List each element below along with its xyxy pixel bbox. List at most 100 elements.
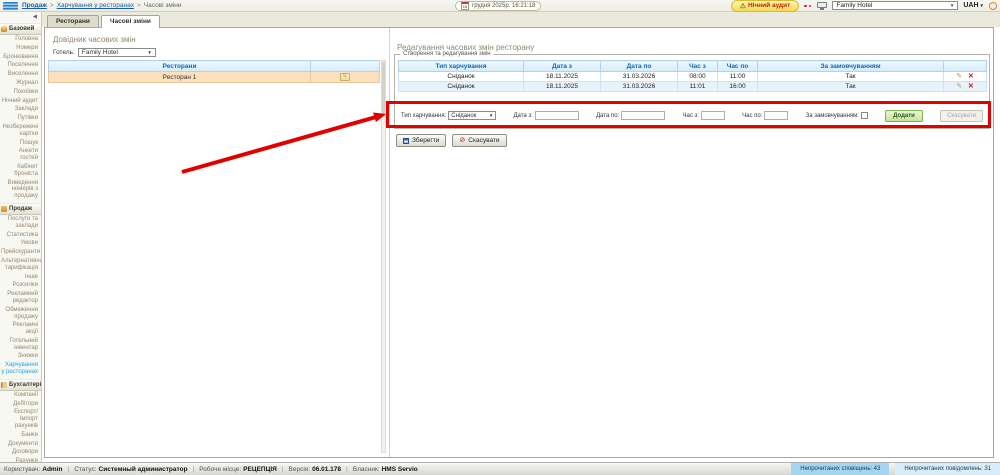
datetime-widget[interactable]: 15 грудня 2025р. 16:21:18 <box>455 1 541 11</box>
sidebar-item-bookings[interactable]: Бронювання <box>0 53 41 62</box>
delete-row-button[interactable]: ✕ <box>968 73 974 80</box>
sidebar-collapse-button[interactable]: ◀ <box>0 12 41 21</box>
breadcrumb-current: Часові зміни <box>144 2 182 9</box>
sidebar-item-restaurant-meals-active[interactable]: Харчування у ресторанах <box>0 361 41 377</box>
currency-label: UAH <box>963 2 978 9</box>
scrollbar-thumb[interactable] <box>382 62 385 117</box>
sidebar-section-accounting[interactable]: Бухгалтерія <box>0 379 41 391</box>
date-to-input[interactable] <box>621 111 665 120</box>
sidebar-item-night-audit[interactable]: Нічний аудит <box>0 97 41 106</box>
sidebar-item-alt-tariffication[interactable]: Альтернативна тарифікація <box>0 257 41 273</box>
sidebar-item-journal[interactable]: Журнал <box>0 79 41 88</box>
sidebar-item-rooms-out-of-sale[interactable]: Виведення номерів з продажу <box>0 179 41 201</box>
sidebar-item-sale-limits[interactable]: Обмеження продажу <box>0 306 41 322</box>
col-time-from: Час з <box>678 61 718 72</box>
cell-date-to: 31.03.2026 <box>601 72 678 82</box>
tab-restaurants[interactable]: Ресторани <box>47 15 99 27</box>
sidebar-item-export-import[interactable]: Експорт/Імпорт рахунків <box>0 408 41 430</box>
version-label: Версія: <box>289 466 311 473</box>
meal-type-select[interactable]: Сніданок ▼ <box>448 111 496 120</box>
col-by-default: За замовчуванням <box>758 61 944 72</box>
sidebar-item-guest-forms[interactable]: Анкети гостей <box>0 147 41 163</box>
unread-notifications-badge[interactable]: Непрочитаних сповіщень: 43 <box>791 463 889 475</box>
time-from-input[interactable] <box>701 111 725 120</box>
time-to-input[interactable] <box>764 111 788 120</box>
sidebar-item-housekeeping[interactable]: Покоївки <box>0 88 41 97</box>
sidebar-item-services[interactable]: Послуги та заклади <box>0 215 41 231</box>
edit-row-button[interactable]: ✎ <box>956 83 962 90</box>
by-default-checkbox[interactable] <box>861 112 868 119</box>
sidebar-item-documents[interactable]: Документи <box>0 440 41 449</box>
hotel-select[interactable]: Family Hotel ▼ <box>78 48 156 57</box>
sidebar-item-search[interactable]: Пошук <box>0 139 41 148</box>
restaurant-name-cell[interactable]: Ресторан 1 <box>49 72 311 83</box>
sidebar-section-title: Базовий <box>9 26 34 32</box>
breadcrumb-restaurant-meals[interactable]: Харчування у ресторанах <box>57 2 134 9</box>
breadcrumb-sales[interactable]: Продаж <box>22 2 47 9</box>
sidebar-item-home[interactable]: Головна <box>0 35 41 44</box>
status-separator: | <box>67 466 69 473</box>
hotel-label: Готель: <box>53 49 75 56</box>
sidebar-item-discounts[interactable]: Знижки <box>0 352 41 361</box>
time-from-label: Час з: <box>682 113 698 119</box>
vertical-scrollbar[interactable] <box>381 60 386 453</box>
role-value: Системный администратор <box>99 466 188 473</box>
sidebar-section-sales[interactable]: Продаж <box>0 203 41 215</box>
table-row-selected[interactable]: Ресторан 1 ✎ <box>49 72 380 83</box>
sidebar-item-debtors[interactable]: Дебітори <box>0 400 41 409</box>
sidebar-item-contracts[interactable]: Договори <box>0 448 41 457</box>
hotel-select-top[interactable]: Family Hotel ▼ <box>832 1 958 10</box>
breadcrumb-separator: > <box>50 2 54 9</box>
workstation-icon[interactable] <box>817 2 827 10</box>
panel-splitter[interactable] <box>389 28 390 457</box>
cell-date-from: 18.11.2025 <box>524 72 601 82</box>
cancel-button[interactable]: ⊘ Скасувати <box>452 134 506 147</box>
sidebar-item-checkout[interactable]: Виселення <box>0 70 41 79</box>
cancel-button-label: Скасувати <box>468 137 499 144</box>
tab-strip: Ресторани Часові зміни <box>42 12 1000 27</box>
col-date-to: Дата по <box>601 61 678 72</box>
delete-row-button[interactable]: ✕ <box>968 83 974 90</box>
page-title: Довідник часових змін <box>53 35 136 44</box>
owner-value: HMS Servio <box>382 466 418 473</box>
currency-select[interactable]: UAH ▼ <box>963 2 984 9</box>
restaurants-table-header: Ресторани <box>49 61 311 72</box>
sidebar-item-rooms[interactable]: Номери <box>0 44 41 53</box>
cell-meal-type: Сніданок <box>399 72 524 82</box>
cell-time-to: 11:00 <box>718 72 758 82</box>
table-row[interactable]: Сніданок 18.11.2025 31.03.2026 08:00 11:… <box>399 72 987 82</box>
date-from-input[interactable] <box>535 111 579 120</box>
collapse-left-icon: ◀ <box>33 14 37 20</box>
sidebar-item-pricelists[interactable]: Прейскуранти <box>0 248 41 257</box>
sidebar-item-vouchers[interactable]: Путівки <box>0 114 41 123</box>
sidebar-item-unsaved-cards[interactable]: Незбережені картки <box>0 123 41 139</box>
tab-time-shifts[interactable]: Часові зміни <box>101 15 160 28</box>
sidebar-item-ad-editor[interactable]: Рекламний редактор <box>0 290 41 306</box>
version-value: 06.01.178 <box>312 466 341 473</box>
app-logo <box>3 2 18 10</box>
save-button[interactable]: Зберегти <box>396 134 446 147</box>
unread-messages-badge[interactable]: Непрочитаних повідомлень: 31 <box>895 463 1000 475</box>
sidebar-item-hotel-inventory[interactable]: Готельний інвентар <box>0 337 41 353</box>
add-button[interactable]: Додати <box>885 110 923 122</box>
night-audit-button[interactable]: ⚠ Нічний аудит <box>731 0 800 12</box>
sidebar-item-banks[interactable]: Банки <box>0 431 41 440</box>
sidebar-item-conditions[interactable]: Умови <box>0 239 41 248</box>
sidebar-section-basic[interactable]: Базовий <box>0 23 41 35</box>
main-area: Ресторани Часові зміни Довідник часових … <box>42 12 1000 462</box>
sidebar-item-companies[interactable]: Компанії <box>0 391 41 400</box>
table-row[interactable]: Сніданок 18.11.2025 31.03.2026 11:01 16:… <box>399 82 987 92</box>
edit-restaurant-button[interactable]: ✎ <box>340 73 350 81</box>
edit-row-button[interactable]: ✎ <box>956 73 962 80</box>
sidebar-item-statistics[interactable]: Статистика <box>0 231 41 240</box>
logout-power-icon[interactable] <box>989 2 997 10</box>
shifts-table: Тип харчування Дата з Дата по Час з Час … <box>398 60 987 92</box>
col-actions <box>944 61 987 72</box>
sidebar-item-booker-cabinet[interactable]: Кабінет броніста <box>0 163 41 179</box>
sidebar-item-promotions[interactable]: Рекламні акції <box>0 321 41 337</box>
sidebar-item-checkin[interactable]: Поселення <box>0 61 41 70</box>
time-to-label: Час по: <box>742 113 762 119</box>
sidebar-item-mailings[interactable]: Розсилки <box>0 281 41 290</box>
sidebar-item-facilities[interactable]: Заклади <box>0 105 41 114</box>
sidebar-item-other[interactable]: Інше <box>0 273 41 282</box>
